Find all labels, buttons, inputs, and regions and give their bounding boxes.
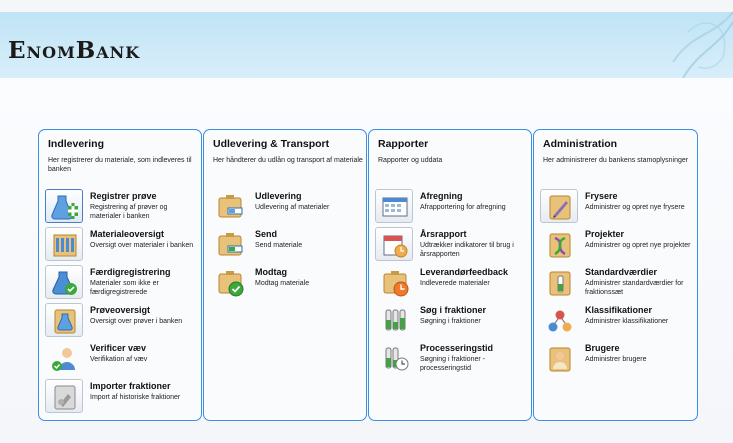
item-description: Administrer og opret nye frysere bbox=[585, 204, 685, 211]
item-description: Udlevering af materialer bbox=[255, 204, 330, 211]
processing-time-icon[interactable] bbox=[375, 341, 413, 375]
app-logo: EnomBank bbox=[8, 37, 141, 64]
send-icon[interactable] bbox=[210, 227, 248, 261]
item-title: Modtag bbox=[255, 267, 287, 277]
app-banner: EnomBank bbox=[0, 12, 733, 79]
item-description: Registrering af prøver og materialer i b… bbox=[90, 204, 168, 220]
supplier-feedback-icon[interactable] bbox=[375, 265, 413, 299]
item-description: Modtag materiale bbox=[255, 280, 310, 287]
item-description: Søgning i fraktioner - processeringstid bbox=[420, 356, 485, 372]
classifications-icon[interactable] bbox=[540, 303, 578, 337]
item-description: Administrer og opret nye projekter bbox=[585, 242, 691, 249]
item-title: Projekter bbox=[585, 229, 625, 239]
item-title: Afregning bbox=[420, 191, 463, 201]
panel-udlevering-transport: Udlevering & Transport Her håndterer du … bbox=[203, 129, 367, 421]
item-description: Import af historiske fraktioner bbox=[90, 394, 181, 401]
panel-description: Her administrerer du bankens stamoplysni… bbox=[543, 157, 689, 164]
register-sample-icon[interactable] bbox=[45, 189, 83, 223]
item-title: Færdigregistrering bbox=[90, 267, 171, 277]
item-title: Processeringstid bbox=[420, 343, 494, 353]
item-description: Søgning i fraktioner bbox=[420, 318, 481, 325]
item-title: Leverandørfeedback bbox=[420, 267, 509, 277]
item-title: Registrer prøve bbox=[90, 191, 157, 201]
complete-registration-icon[interactable] bbox=[45, 265, 83, 299]
item-title: Send bbox=[255, 229, 278, 239]
item-title: Materialeoversigt bbox=[90, 229, 165, 239]
item-description: Administrer klassifikationer bbox=[585, 318, 669, 325]
panel-description: Her håndterer du udlån og transport af m… bbox=[213, 157, 363, 164]
receive-icon[interactable] bbox=[210, 265, 248, 299]
item-title: Brugere bbox=[585, 343, 620, 353]
search-fractions-icon[interactable] bbox=[375, 303, 413, 337]
panel-description: Rapporter og uddata bbox=[378, 157, 443, 164]
item-title: Årsrapport bbox=[420, 229, 467, 239]
users-icon[interactable] bbox=[540, 341, 578, 375]
verify-tissue-icon[interactable] bbox=[45, 341, 83, 375]
item-description: Oversigt over materialer i banken bbox=[90, 242, 194, 249]
item-description: Oversigt over prøver i banken bbox=[90, 318, 183, 325]
panel-title: Rapporter bbox=[378, 138, 429, 150]
freezers-icon[interactable] bbox=[540, 189, 578, 223]
item-title: Klassifikationer bbox=[585, 305, 653, 315]
panel-description: Her registrerer du materiale, som indlev… bbox=[48, 157, 192, 173]
panel-indlevering: Indlevering Her registrerer du materiale… bbox=[38, 129, 202, 421]
item-description: Afrapportering for afregning bbox=[420, 204, 506, 211]
item-title: Udlevering bbox=[255, 191, 302, 201]
item-description: Materialer som ikke er færdigregistrered… bbox=[90, 280, 159, 296]
item-description: Administrer standardværdier for fraktion… bbox=[585, 280, 684, 296]
panel-administration: Administration Her administrerer du bank… bbox=[533, 129, 698, 421]
item-title: Verificer væv bbox=[90, 343, 147, 353]
item-description: Verifikation af væv bbox=[90, 356, 148, 363]
item-title: Standardværdier bbox=[585, 267, 658, 277]
material-overview-icon[interactable] bbox=[45, 227, 83, 261]
delivery-icon[interactable] bbox=[210, 189, 248, 223]
item-title: Søg i fraktioner bbox=[420, 305, 487, 315]
dna-helix-icon bbox=[672, 12, 733, 78]
item-title: Prøveoversigt bbox=[90, 305, 151, 315]
item-title: Importer fraktioner bbox=[90, 381, 171, 391]
panel-title: Administration bbox=[543, 138, 618, 150]
top-strip bbox=[0, 0, 733, 12]
panel-rapporter: Rapporter Rapporter og uddata Afregning … bbox=[368, 129, 532, 421]
item-description: Indleverede materialer bbox=[420, 280, 490, 287]
item-title: Frysere bbox=[585, 191, 618, 201]
item-description: Administrer brugere bbox=[585, 356, 647, 363]
annual-report-icon[interactable] bbox=[375, 227, 413, 261]
settlement-icon[interactable] bbox=[375, 189, 413, 223]
panel-title: Udlevering & Transport bbox=[213, 138, 330, 150]
sample-overview-icon[interactable] bbox=[45, 303, 83, 337]
item-description: Send materiale bbox=[255, 242, 303, 249]
default-values-icon[interactable] bbox=[540, 265, 578, 299]
projects-icon[interactable] bbox=[540, 227, 578, 261]
import-fractions-icon[interactable] bbox=[45, 379, 83, 413]
panel-title: Indlevering bbox=[48, 138, 105, 150]
item-description: Udtrækker indikatorer til brug i årsrapp… bbox=[420, 242, 514, 258]
